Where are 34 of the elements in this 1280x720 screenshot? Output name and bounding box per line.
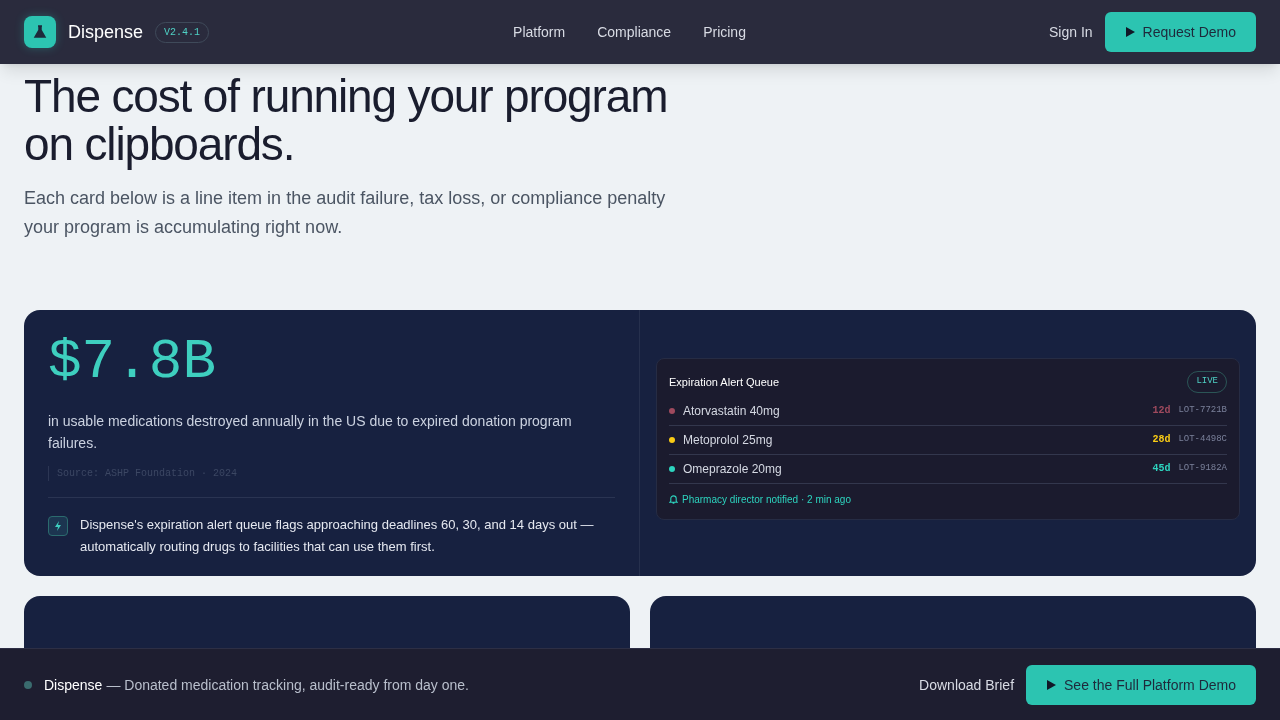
nav-link[interactable]: Compliance xyxy=(597,22,672,42)
queue-row[interactable]: Omeprazole 20mg 45d LOT-9182A xyxy=(669,454,1227,484)
download-brief-link[interactable]: Download Brief xyxy=(919,674,1015,695)
play-icon xyxy=(1046,679,1057,690)
drug-name: Metoprolol 25mg xyxy=(683,431,773,449)
lot-number: LOT-7721B xyxy=(1178,403,1227,417)
hero-subtitle: Each card below is a line item in the audit failure, tax loss, or compliance penalty your program is accumulating right now. xyxy=(24,187,667,239)
logo-icon xyxy=(24,16,56,48)
lightning-icon xyxy=(48,516,68,536)
request-demo-button[interactable]: Request Demo xyxy=(1104,12,1256,52)
stat-value: $7.8B xyxy=(48,330,218,394)
queue-row[interactable]: Atorvastatin 40mg 12d LOT-7721B xyxy=(669,396,1227,426)
bell-icon xyxy=(669,494,678,504)
panel-title: Expiration Alert Queue xyxy=(669,374,780,390)
play-icon xyxy=(1124,27,1135,37)
sign-in-link[interactable]: Sign In xyxy=(1049,22,1093,42)
footer-tagline: — Donated medication tracking, audit-ready from day one. xyxy=(106,675,469,695)
days-left: 45d xyxy=(1152,462,1171,476)
lot-number: LOT-9182A xyxy=(1178,461,1227,475)
nav-link[interactable]: Pricing xyxy=(703,22,746,42)
drug-name: Atorvastatin 40mg xyxy=(683,402,780,420)
drug-name: Omeprazole 20mg xyxy=(683,460,782,478)
stat-description: in usable medications destroyed annually in the US due to expired donation program failures. xyxy=(48,412,573,453)
lot-number: LOT-4498C xyxy=(1178,432,1227,446)
days-left: 12d xyxy=(1152,404,1171,418)
nav-link[interactable]: Platform xyxy=(513,22,566,42)
days-left: 28d xyxy=(1152,433,1171,447)
notification-text: Pharmacy director notified · 2 min ago xyxy=(682,492,851,507)
full-demo-button[interactable]: See the Full Platform Demo xyxy=(1026,664,1256,705)
hero-title: The cost of running your program on clipboards. xyxy=(24,72,669,168)
queue-row[interactable]: Metoprolol 25mg 28d LOT-4498C xyxy=(669,425,1227,455)
footer-brand: Dispense xyxy=(44,675,103,695)
feature-note: Dispense's expiration alert queue flags approaching deadlines 60, 30, and 14 days out — automatically routing drugs to facilities that can use them first. xyxy=(80,516,595,556)
brand-name: Dispense xyxy=(68,21,144,44)
